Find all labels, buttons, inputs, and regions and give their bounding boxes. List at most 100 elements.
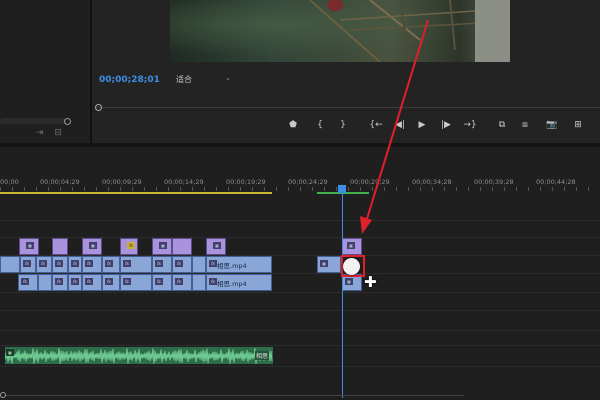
ruler-tick xyxy=(384,187,385,191)
button-editor-icon[interactable]: ⊞ xyxy=(570,120,586,130)
ruler-label: 00;00;14;29 xyxy=(164,178,204,186)
playhead-line[interactable] xyxy=(342,193,343,398)
ruler-tick xyxy=(276,187,277,191)
video-clip[interactable]: fx xyxy=(68,256,82,273)
fx-badge-icon: ▦ xyxy=(347,242,355,249)
ruler-tick xyxy=(552,187,553,191)
video-clip[interactable]: fx xyxy=(20,256,36,273)
linked-clip[interactable]: fx xyxy=(52,274,68,291)
video-clip[interactable]: fx xyxy=(36,256,52,273)
ruler-tick xyxy=(420,187,421,191)
track-divider xyxy=(0,310,600,311)
linked-clip[interactable]: fx xyxy=(82,274,102,291)
audio-clip[interactable] xyxy=(5,347,273,364)
scroll-knob-icon[interactable] xyxy=(64,118,71,125)
waveform-path xyxy=(5,347,273,364)
ruler-tick xyxy=(408,187,409,191)
fx-badge-icon: fx xyxy=(55,278,63,285)
adjustment-clip[interactable]: ▦ xyxy=(206,238,226,255)
fx-badge-icon: fx xyxy=(155,278,163,285)
linked-clip[interactable]: fx xyxy=(152,274,172,291)
mark-in-icon[interactable]: { xyxy=(312,120,328,130)
ruler-tick xyxy=(324,187,325,191)
lift-icon[interactable]: ⧉ xyxy=(494,120,510,130)
extract-icon[interactable]: ⧈ xyxy=(517,120,533,130)
step-forward-icon[interactable]: |▶ xyxy=(438,120,454,130)
ruler-label: 00;00;34;28 xyxy=(412,178,452,186)
linked-clip[interactable] xyxy=(192,274,206,291)
ruler-tick xyxy=(0,187,1,191)
ruler-tick xyxy=(192,187,193,191)
linked-clip[interactable]: fx xyxy=(172,274,192,291)
video-clip[interactable]: fx xyxy=(82,256,102,273)
adjustment-clip[interactable]: ▦ xyxy=(342,238,362,255)
step-back-icon[interactable]: ◀| xyxy=(392,120,408,130)
monitor-scrub-knob-icon[interactable] xyxy=(95,104,102,111)
fx-badge-icon: ▦ xyxy=(159,242,167,249)
ruler-tick xyxy=(144,187,145,191)
ruler-tick xyxy=(108,187,109,191)
zoom-fit-select[interactable]: 适合 xyxy=(176,74,192,85)
audio-fx-icon: ▦ xyxy=(6,349,14,356)
ruler-tick xyxy=(132,187,133,191)
ruler-tick xyxy=(456,187,457,191)
ruler-tick xyxy=(468,187,469,191)
linked-clip[interactable] xyxy=(38,274,52,291)
monitor-scrub-track[interactable] xyxy=(96,107,600,108)
adjustment-clip[interactable]: fx xyxy=(120,238,138,255)
fx-badge-icon: fx xyxy=(127,242,135,249)
linked-clip[interactable]: fx xyxy=(68,274,82,291)
ruler-tick xyxy=(24,187,25,191)
playhead-timecode[interactable]: 00;00;28;01 xyxy=(99,75,160,85)
chevron-down-icon[interactable]: ⌄ xyxy=(225,74,231,82)
playhead-handle-icon[interactable] xyxy=(338,185,346,193)
cursor-icon xyxy=(343,258,360,275)
source-panel-scrollbar[interactable] xyxy=(0,118,66,124)
timeline-scrollbar[interactable] xyxy=(6,395,464,396)
linked-clip[interactable]: fx xyxy=(102,274,120,291)
timeline-scroll-knob-icon[interactable] xyxy=(0,392,6,398)
ruler-tick xyxy=(120,187,121,191)
export-frame-icon[interactable]: 📷 xyxy=(544,120,560,130)
video-clip[interactable]: fx 相思.mp4 xyxy=(206,256,272,273)
ruler-label: 00;00;19;29 xyxy=(226,178,266,186)
ruler-tick xyxy=(48,187,49,191)
ruler-tick xyxy=(396,187,397,191)
adjustment-clip[interactable] xyxy=(172,238,192,255)
video-clip[interactable]: fx xyxy=(172,256,192,273)
video-clip[interactable]: fx xyxy=(52,256,68,273)
fx-badge-icon: fx xyxy=(39,260,47,267)
video-clip[interactable]: fx xyxy=(102,256,120,273)
adjustment-clip[interactable] xyxy=(52,238,68,255)
linked-clip[interactable]: fx 相思.mp4 xyxy=(206,274,272,291)
fx-badge-icon: ▦ xyxy=(26,242,34,249)
adjustment-clip[interactable]: ▦ xyxy=(19,238,39,255)
adjustment-clip[interactable]: ▦ xyxy=(152,238,172,255)
panel-settings-icon[interactable]: ⇥ ⊟ xyxy=(36,128,66,138)
ruler-label: 00;00;44;28 xyxy=(536,178,576,186)
ruler-label: 00;00;09;29 xyxy=(102,178,142,186)
ruler-tick xyxy=(492,187,493,191)
fx-badge-icon: fx xyxy=(105,260,113,267)
video-clip[interactable]: fx xyxy=(120,256,152,273)
go-to-out-icon[interactable]: →} xyxy=(462,120,478,130)
linked-clip[interactable]: fx xyxy=(120,274,152,291)
video-clip[interactable]: fx xyxy=(152,256,172,273)
work-area-bar[interactable] xyxy=(0,192,272,194)
marker-icon[interactable]: ⬟ xyxy=(285,120,301,130)
linked-clip[interactable]: fx xyxy=(18,274,38,291)
adjustment-clip[interactable]: ▦ xyxy=(82,238,102,255)
video-clip[interactable]: ▦ xyxy=(317,256,341,273)
mark-out-icon[interactable]: } xyxy=(335,120,351,130)
ruler-tick xyxy=(336,187,337,191)
video-clip[interactable] xyxy=(192,256,206,273)
ruler-tick xyxy=(12,187,13,191)
go-to-in-icon[interactable]: {← xyxy=(368,120,384,130)
video-clip[interactable] xyxy=(0,256,20,273)
video-frame-image xyxy=(309,0,510,62)
ruler-tick xyxy=(180,187,181,191)
play-icon[interactable]: ▶ xyxy=(414,120,430,130)
fx-badge-icon: fx xyxy=(23,260,31,267)
ruler-label: 00;00;04;29 xyxy=(40,178,80,186)
audio-clip-label: 相思 xyxy=(255,351,270,360)
